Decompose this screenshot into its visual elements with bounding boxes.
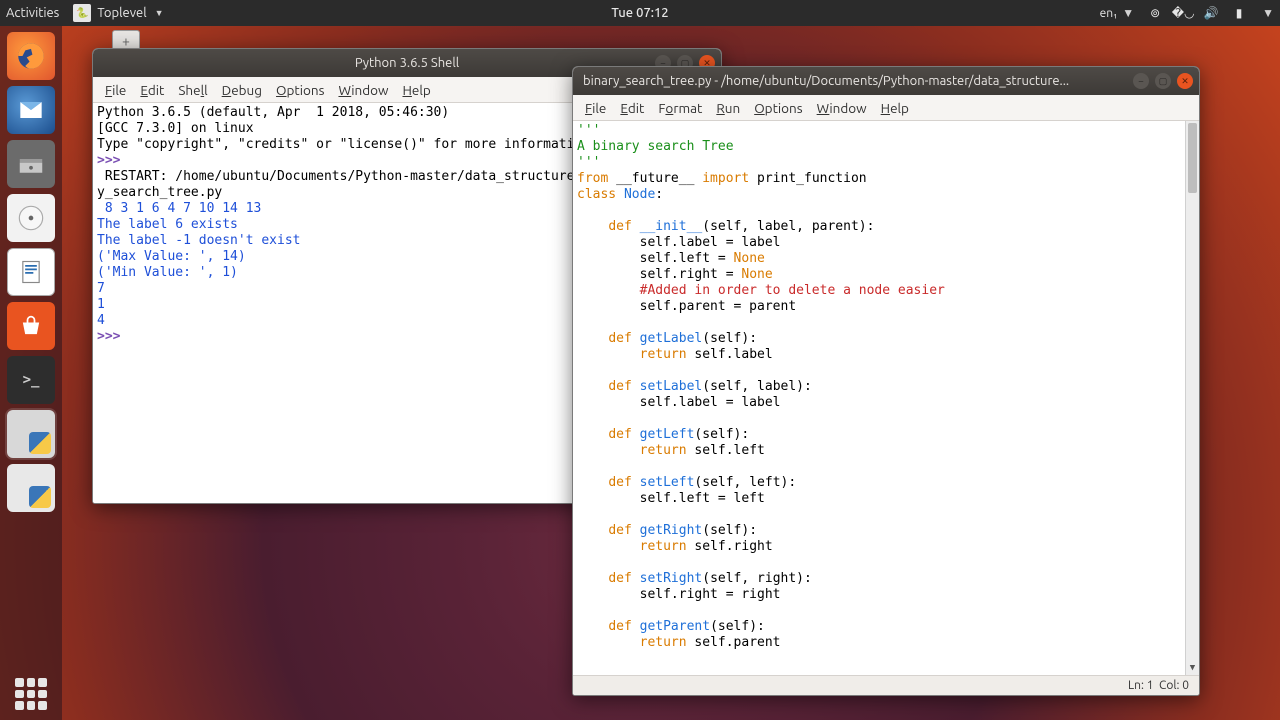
gnome-topbar: Activities 🐍 Toplevel ▼ Tue 07:12 en₁ ▼ … — [0, 0, 1280, 26]
dock-rhythmbox[interactable] — [7, 194, 55, 242]
menu-options[interactable]: Options — [276, 82, 324, 98]
background-tab[interactable]: + — [112, 30, 140, 50]
maximize-button[interactable]: ▢ — [1155, 73, 1171, 89]
clock[interactable]: Tue 07:12 — [611, 6, 668, 20]
network-icon[interactable]: ⊚ — [1148, 6, 1162, 20]
menu-edit[interactable]: Edit — [620, 100, 644, 116]
menu-help[interactable]: Help — [402, 82, 430, 98]
chevron-down-icon: ▼ — [155, 8, 164, 18]
menu-window[interactable]: Window — [817, 100, 867, 116]
menu-file[interactable]: File — [105, 82, 126, 98]
status-col: Col: 0 — [1159, 679, 1189, 692]
menu-edit[interactable]: Edit — [140, 82, 164, 98]
dock-ubuntu-software[interactable] — [7, 302, 55, 350]
editor-title: binary_search_tree.py - /home/ubuntu/Doc… — [579, 74, 1193, 88]
editor-code[interactable]: ''' A binary search Tree ''' from __futu… — [573, 121, 1199, 675]
dock-idle-editor[interactable] — [7, 464, 55, 512]
dock-firefox[interactable] — [7, 32, 55, 80]
dock-libreoffice-writer[interactable] — [7, 248, 55, 296]
app-menu[interactable]: 🐍 Toplevel ▼ — [73, 4, 163, 22]
scroll-down-icon[interactable]: ▼ — [1186, 661, 1199, 675]
dock-files[interactable] — [7, 140, 55, 188]
menu-file[interactable]: File — [585, 100, 606, 116]
python-icon: 🐍 — [73, 4, 91, 22]
close-button[interactable]: ✕ — [1177, 73, 1193, 89]
editor-statusbar: Ln: 1 Col: 0 — [573, 675, 1199, 695]
scrollbar-thumb[interactable] — [1188, 123, 1197, 193]
menu-options[interactable]: Options — [754, 100, 802, 116]
activities-button[interactable]: Activities — [6, 6, 59, 20]
menu-shell[interactable]: Shell — [178, 82, 207, 98]
volume-icon[interactable]: 🔊 — [1204, 6, 1218, 20]
editor-window: binary_search_tree.py - /home/ubuntu/Doc… — [572, 66, 1200, 696]
menu-help[interactable]: Help — [881, 100, 909, 116]
editor-titlebar[interactable]: binary_search_tree.py - /home/ubuntu/Doc… — [573, 67, 1199, 95]
show-applications-button[interactable] — [15, 678, 47, 710]
status-line: Ln: 1 — [1128, 679, 1153, 692]
battery-icon[interactable]: ▮ — [1232, 6, 1246, 20]
dock-thunderbird[interactable] — [7, 86, 55, 134]
editor-menubar: File Edit Format Run Options Window Help — [573, 95, 1199, 121]
system-menu-chevron-icon[interactable]: ▼ — [1262, 6, 1274, 20]
menu-window[interactable]: Window — [338, 82, 388, 98]
menu-run[interactable]: Run — [716, 100, 740, 116]
dock-idle-shell[interactable] — [7, 410, 55, 458]
app-menu-label: Toplevel — [97, 6, 146, 20]
menu-debug[interactable]: Debug — [222, 82, 262, 98]
dock: >_ — [0, 26, 62, 720]
minimize-button[interactable]: – — [1133, 73, 1149, 89]
editor-scrollbar[interactable]: ▲ ▼ — [1185, 121, 1199, 675]
menu-format[interactable]: Format — [658, 100, 702, 116]
dock-terminal[interactable]: >_ — [7, 356, 55, 404]
input-source-indicator[interactable]: en₁ ▼ — [1100, 6, 1134, 20]
wifi-icon[interactable]: �◡ — [1176, 6, 1190, 20]
